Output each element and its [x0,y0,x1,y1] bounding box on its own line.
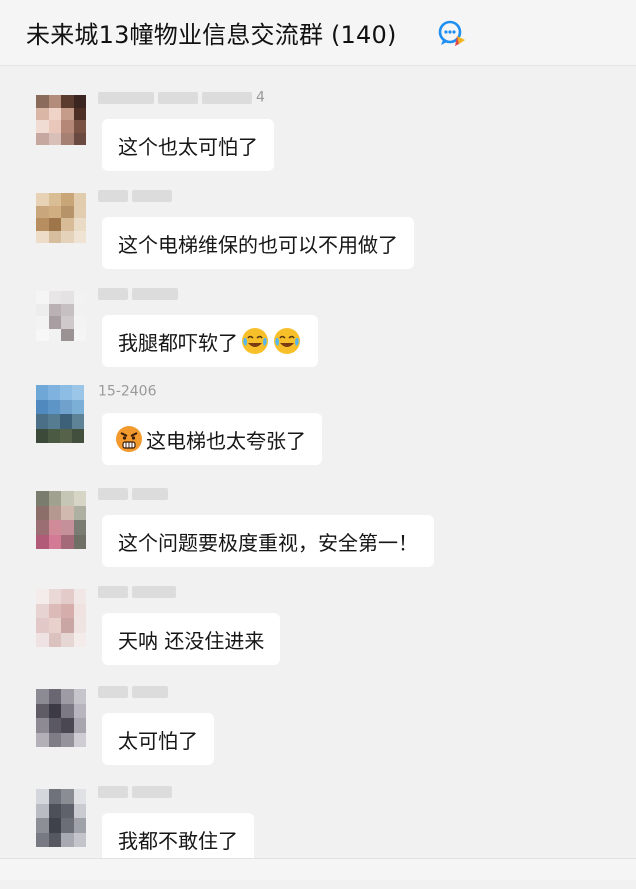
input-toolbar[interactable] [0,858,636,880]
crying-laughing-emoji-icon [274,328,300,354]
message-bubble[interactable]: 这个也太可怕了 [102,119,274,171]
sender-name [98,283,182,300]
message-text: 天呐 还没住进来 [118,628,265,653]
message-bubble[interactable]: 这电梯也太夸张了 [102,413,322,465]
avatar[interactable] [36,291,86,341]
message-text: 这个问题要极度重视，安全第一！ [118,530,418,555]
sender-name [98,185,176,202]
sender-name-text: 4 [256,89,265,106]
message-text: 我腿都吓软了 [118,330,238,355]
sender-name [98,483,172,500]
avatar[interactable] [36,385,84,443]
message-text: 这电梯也太夸张了 [146,428,306,453]
sender-name [98,581,180,598]
message-bubble[interactable]: 我腿都吓软了 [102,315,318,367]
message-text: 太可怕了 [118,728,198,753]
chat-message: 我腿都吓软了 [0,287,636,391]
sender-name [98,681,172,698]
sender-name: 4 [98,87,265,106]
message-bubble[interactable]: 这个问题要极度重视，安全第一！ [102,515,434,567]
group-chat-icon[interactable] [437,19,467,49]
chat-header: 未来城13幢物业信息交流群 (140) [0,0,636,66]
crying-laughing-emoji-icon [242,328,268,354]
message-text: 这个也太可怕了 [118,134,258,159]
chat-message: 这个电梯维保的也可以不用做了 [0,189,636,293]
sender-name [98,781,176,798]
group-title: 未来城13幢物业信息交流群 (140) [26,21,397,49]
chat-message: 天呐 还没住进来 [0,585,636,689]
message-text: 这个电梯维保的也可以不用做了 [118,232,398,257]
avatar[interactable] [36,689,86,747]
chat-message: 这个问题要极度重视，安全第一！ [0,487,636,591]
chat-message: 4 这个也太可怕了 [0,90,636,195]
sender-name: 15-2406 [98,381,157,400]
sender-name-text: 15-2406 [98,383,157,400]
message-text: 我都不敢住了 [118,828,238,853]
message-bubble[interactable]: 太可怕了 [102,713,214,765]
avatar[interactable] [36,589,86,647]
avatar[interactable] [36,789,86,847]
message-bubble[interactable]: 这个电梯维保的也可以不用做了 [102,217,414,269]
angry-face-emoji-icon [116,426,142,452]
chat-message: 太可怕了 [0,685,636,789]
message-bubble[interactable]: 天呐 还没住进来 [102,613,281,665]
avatar[interactable] [36,95,86,145]
avatar[interactable] [36,193,86,243]
chat-message-list[interactable]: 4 这个也太可怕了 这个电梯维保的也可以不用做了 我腿都吓软了 15-2406 … [0,67,636,879]
avatar[interactable] [36,491,86,549]
chat-message: 15-2406 这电梯也太夸张了 [0,384,636,489]
